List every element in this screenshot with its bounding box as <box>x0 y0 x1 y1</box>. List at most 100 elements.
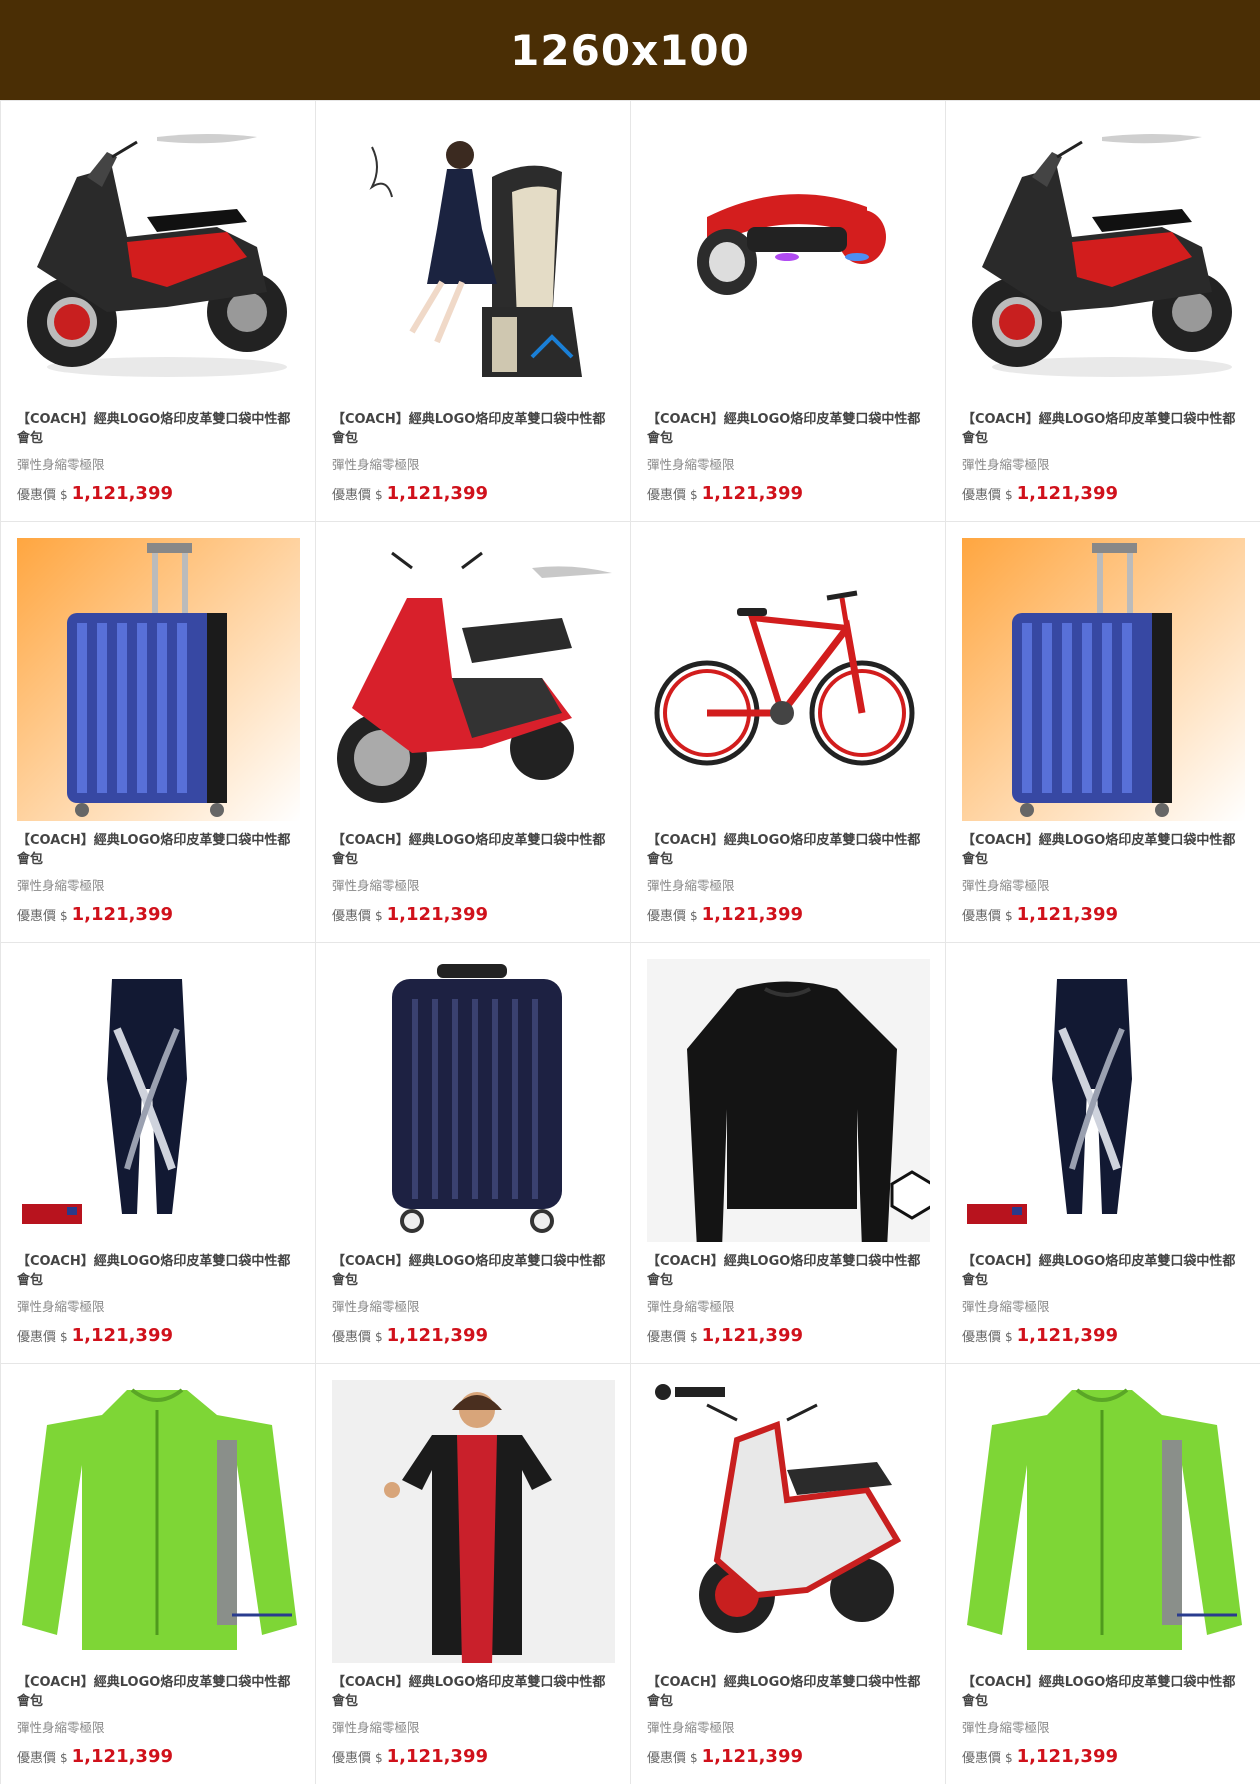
product-card[interactable]: 【COACH】經典LOGO烙印皮革雙口袋中性都會包彈性身縮零極限優惠價 $1,12… <box>1 1364 315 1784</box>
product-title[interactable]: 【COACH】經典LOGO烙印皮革雙口袋中性都會包 <box>332 831 612 869</box>
price-label: 優惠價 <box>647 1751 687 1766</box>
product-subtitle: 彈性身縮零極限 <box>332 457 420 472</box>
product-card[interactable]: 【COACH】經典LOGO烙印皮革雙口袋中性都會包 彈性身縮零極限 優惠價 $1,12… <box>1 522 315 942</box>
product-subtitle: 彈性身縮零極限 <box>962 1299 1050 1314</box>
price-row: 優惠價 $1,121,399 <box>647 1325 803 1346</box>
product-subtitle: 彈性身縮零極限 <box>647 878 735 893</box>
product-subtitle: 彈性身縮零極限 <box>962 878 1050 893</box>
scooter-white-red-icon[interactable] <box>647 1380 930 1663</box>
price-label: 優惠價 <box>962 1751 1002 1766</box>
luggage-navy-icon[interactable] <box>332 959 615 1242</box>
product-card[interactable]: 【COACH】經典LOGO烙印皮革雙口袋中性都會包彈性身縮零極限優惠價 $1,12… <box>631 943 945 1363</box>
product-subtitle: 彈性身縮零極限 <box>332 1720 420 1735</box>
product-card[interactable]: 【COACH】經典LOGO烙印皮革雙口袋中性都會包彈性身縮零極限優惠價 $1,12… <box>316 1364 630 1784</box>
price-row: 優惠價 $1,121,399 <box>962 1746 1118 1767</box>
price-value: 1,121,399 <box>386 483 489 504</box>
price-row: 優惠價 $1,121,399 <box>332 483 488 504</box>
price-label: 優惠價 <box>332 1330 372 1345</box>
product-title[interactable]: 【COACH】經典LOGO烙印皮革雙口袋中性都會包 <box>647 1252 927 1290</box>
product-title[interactable]: 【COACH】經典LOGO烙印皮革雙口袋中性都會包 <box>962 831 1242 869</box>
product-subtitle: 彈性身縮零極限 <box>332 878 420 893</box>
currency-symbol: $ <box>375 909 383 923</box>
product-title[interactable]: 【COACH】經典LOGO烙印皮革雙口袋中性都會包 <box>17 1673 297 1711</box>
currency-symbol: $ <box>375 1330 383 1344</box>
product-card[interactable]: 【COACH】經典LOGO烙印皮革雙口袋中性都會包彈性身縮零極限優惠價 $1,12… <box>946 943 1260 1363</box>
product-card[interactable]: 【COACH】經典LOGO烙印皮革雙口袋中性都會包彈性身縮零極限 優惠價 $1,12… <box>316 522 630 942</box>
massage-chair-icon[interactable] <box>332 117 615 400</box>
product-title[interactable]: 【COACH】經典LOGO烙印皮革雙口袋中性都會包 <box>647 831 927 869</box>
currency-symbol: $ <box>60 1330 68 1344</box>
product-title[interactable]: 【COACH】經典LOGO烙印皮革雙口袋中性都會包 <box>17 1252 297 1290</box>
price-value: 1,121,399 <box>1016 1325 1119 1346</box>
product-title[interactable]: 【COACH】經典LOGO烙印皮革雙口袋中性都會包 <box>962 1252 1242 1290</box>
raincoat-model-icon[interactable] <box>332 1380 615 1663</box>
product-subtitle: 彈性身縮零極限 <box>17 457 105 472</box>
price-row: 優惠價 $1,121,399 <box>17 1325 173 1346</box>
product-title[interactable]: 【COACH】經典LOGO烙印皮革雙口袋中性都會包 <box>17 831 297 869</box>
price-row: 優惠價 $1,121,399 <box>17 483 173 504</box>
green-jacket-icon[interactable] <box>962 1380 1245 1663</box>
product-title[interactable]: 【COACH】經典LOGO烙印皮革雙口袋中性都會包 <box>17 410 297 448</box>
banner-text: 1260x100 <box>510 25 750 75</box>
price-value: 1,121,399 <box>1016 483 1119 504</box>
currency-symbol: $ <box>1005 1751 1013 1765</box>
product-title[interactable]: 【COACH】經典LOGO烙印皮革雙口袋中性都會包 <box>647 1673 927 1711</box>
scooter-red-icon[interactable] <box>332 538 615 821</box>
product-subtitle: 彈性身縮零極限 <box>17 1720 105 1735</box>
price-row: 優惠價 $1,121,399 <box>962 1325 1118 1346</box>
product-title[interactable]: 【COACH】經典LOGO烙印皮革雙口袋中性都會包 <box>647 410 927 448</box>
price-value: 1,121,399 <box>701 904 804 925</box>
product-card[interactable]: 【COACH】經典LOGO烙印皮革雙口袋中性都會包 彈性身縮零極限 優惠價 $1,12… <box>316 943 630 1363</box>
folding-bike-icon[interactable] <box>647 538 930 821</box>
product-card[interactable]: 【COACH】經典LOGO烙印皮革雙口袋中性都會包 彈性身縮零極限 優惠價 $1,12… <box>946 522 1260 942</box>
price-value: 1,121,399 <box>701 1746 804 1767</box>
currency-symbol: $ <box>690 488 698 502</box>
price-row: 優惠價 $1,121,399 <box>962 483 1118 504</box>
currency-symbol: $ <box>1005 909 1013 923</box>
product-card[interactable]: 【COACH】經典LOGO烙印皮革雙口袋中性都會包 彈性身縮零極限 優惠價 $1,12… <box>631 1364 945 1784</box>
price-value: 1,121,399 <box>71 1325 174 1346</box>
green-jacket-icon[interactable] <box>17 1380 300 1663</box>
product-card[interactable]: 【COACH】經典LOGO烙印皮革雙口袋中性都會包彈性身縮零極限優惠價 $1,12… <box>946 101 1260 521</box>
currency-symbol: $ <box>60 488 68 502</box>
price-label: 優惠價 <box>962 909 1002 924</box>
product-card[interactable]: 【COACH】經典LOGO烙印皮革雙口袋中性都會包彈性身縮零極限優惠價 $1,12… <box>946 1364 1260 1784</box>
product-subtitle: 彈性身縮零極限 <box>647 1299 735 1314</box>
currency-symbol: $ <box>60 909 68 923</box>
price-row: 優惠價 $1,121,399 <box>647 1746 803 1767</box>
scooter-black-red-icon[interactable] <box>17 117 300 400</box>
product-title[interactable]: 【COACH】經典LOGO烙印皮革雙口袋中性都會包 <box>332 1252 612 1290</box>
price-label: 優惠價 <box>647 909 687 924</box>
product-card[interactable]: 【COACH】經典LOGO烙印皮革雙口袋中性都會包彈性身縮零極限優惠價 $1,12… <box>631 522 945 942</box>
product-title[interactable]: 【COACH】經典LOGO烙印皮革雙口袋中性都會包 <box>332 1673 612 1711</box>
price-label: 優惠價 <box>17 909 57 924</box>
currency-symbol: $ <box>690 1751 698 1765</box>
hoverboard-icon[interactable] <box>647 117 930 400</box>
black-longsleeve-shirt-icon[interactable] <box>647 959 930 1242</box>
product-card[interactable]: 【COACH】經典LOGO烙印皮革雙口袋中性都會包彈性身縮零極限優惠價 $1,12… <box>316 101 630 521</box>
compression-tights-icon[interactable] <box>17 959 300 1242</box>
product-subtitle: 彈性身縮零極限 <box>962 457 1050 472</box>
product-subtitle: 彈性身縮零極限 <box>962 1720 1050 1735</box>
banner[interactable]: 1260x100 <box>0 0 1260 100</box>
luggage-blue-orange-icon[interactable] <box>17 538 300 821</box>
compression-tights-icon[interactable] <box>962 959 1245 1242</box>
luggage-blue-orange-icon[interactable] <box>962 538 1245 821</box>
currency-symbol: $ <box>1005 488 1013 502</box>
product-subtitle: 彈性身縮零極限 <box>647 1720 735 1735</box>
price-row: 優惠價 $1,121,399 <box>647 904 803 925</box>
product-grid: 【COACH】經典LOGO烙印皮革雙口袋中性都會包 彈性身縮零極限 優惠價 $1,12… <box>0 100 1260 1784</box>
scooter-black-red-icon[interactable] <box>962 117 1245 400</box>
product-subtitle: 彈性身縮零極限 <box>647 457 735 472</box>
price-row: 優惠價 $1,121,399 <box>332 1746 488 1767</box>
product-card[interactable]: 【COACH】經典LOGO烙印皮革雙口袋中性都會包 彈性身縮零極限 優惠價 $1,12… <box>631 101 945 521</box>
price-label: 優惠價 <box>332 909 372 924</box>
product-title[interactable]: 【COACH】經典LOGO烙印皮革雙口袋中性都會包 <box>962 410 1242 448</box>
price-label: 優惠價 <box>647 1330 687 1345</box>
product-card[interactable]: 【COACH】經典LOGO烙印皮革雙口袋中性都會包彈性身縮零極限優惠價 $1,12… <box>1 101 315 521</box>
price-value: 1,121,399 <box>386 904 489 925</box>
product-card[interactable]: 【COACH】經典LOGO烙印皮革雙口袋中性都會包 彈性身縮零極限 優惠價 $1,12… <box>1 943 315 1363</box>
product-title[interactable]: 【COACH】經典LOGO烙印皮革雙口袋中性都會包 <box>962 1673 1242 1711</box>
price-row: 優惠價 $1,121,399 <box>17 1746 173 1767</box>
product-title[interactable]: 【COACH】經典LOGO烙印皮革雙口袋中性都會包 <box>332 410 612 448</box>
